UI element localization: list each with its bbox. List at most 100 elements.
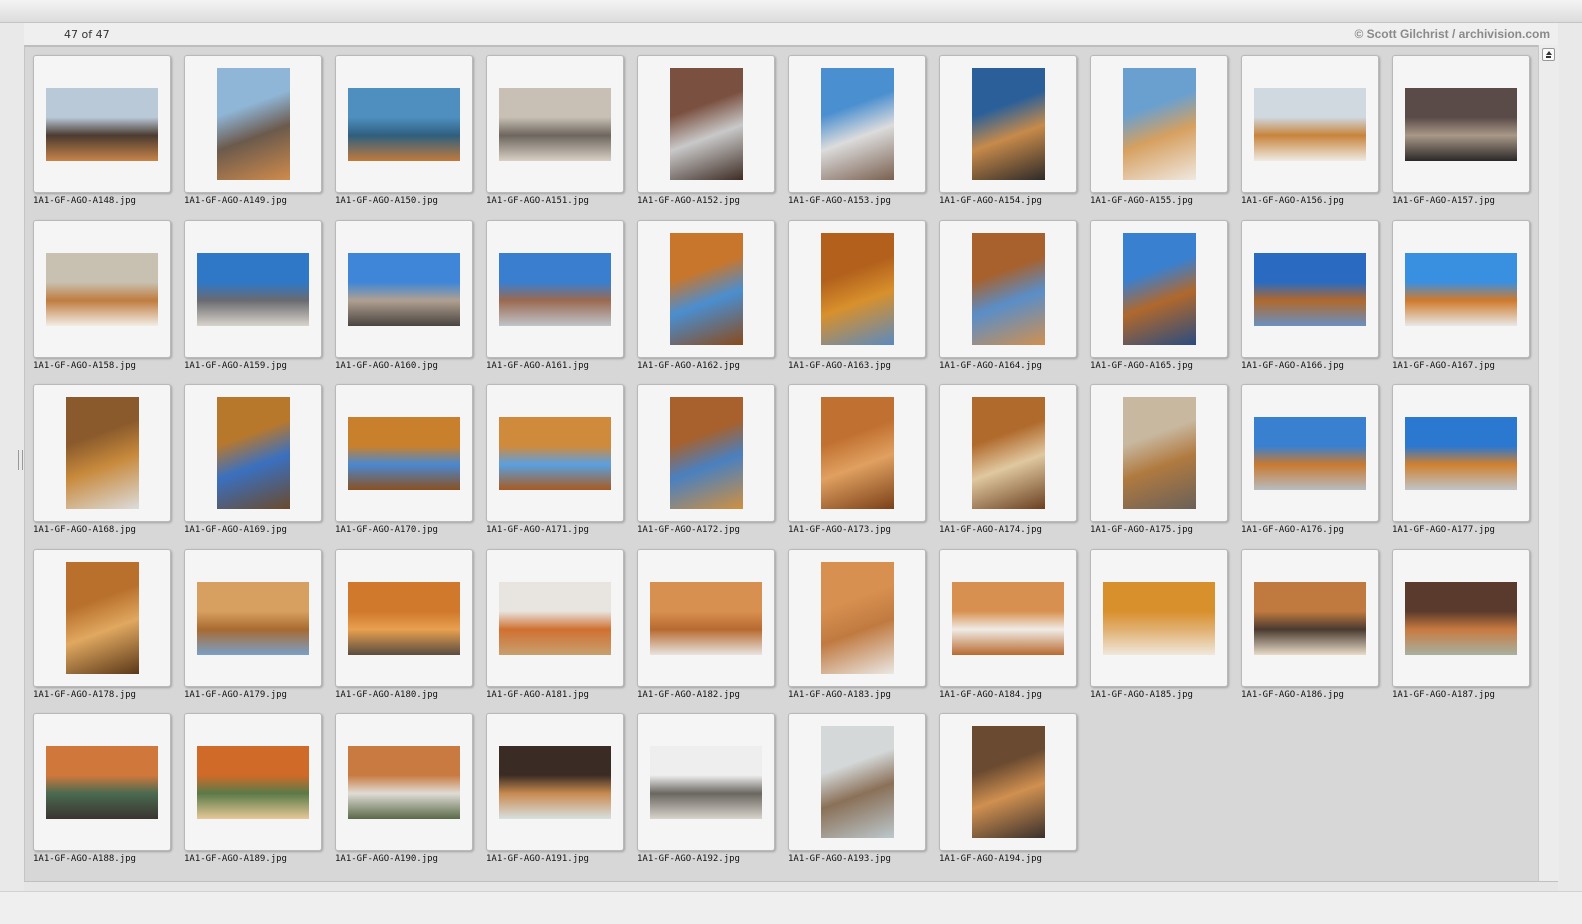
thumbnail-image[interactable] [972, 397, 1045, 509]
thumbnail-image[interactable] [499, 252, 611, 326]
thumbnail-filename[interactable]: 1A1-GF-AGO-A163.jpg [788, 361, 891, 371]
slide-mount[interactable] [1241, 384, 1379, 522]
thumbnail-image[interactable] [1405, 252, 1517, 326]
thumbnail-item[interactable]: 1A1-GF-AGO-A158.jpg [25, 212, 175, 376]
thumbnail-item[interactable]: 1A1-GF-AGO-A187.jpg [1384, 541, 1534, 705]
photo-credit[interactable]: © Scott Gilchrist / archivision.com [1354, 27, 1550, 41]
thumbnail-filename[interactable]: 1A1-GF-AGO-A190.jpg [335, 854, 438, 864]
thumbnail-filename[interactable]: 1A1-GF-AGO-A174.jpg [939, 525, 1042, 535]
slide-mount[interactable] [939, 384, 1077, 522]
thumbnail-item[interactable]: 1A1-GF-AGO-A171.jpg [478, 376, 628, 540]
slide-mount[interactable] [1090, 219, 1228, 358]
thumbnail-filename[interactable]: 1A1-GF-AGO-A167.jpg [1392, 361, 1495, 371]
thumbnail-image[interactable] [348, 88, 460, 161]
thumbnail-item[interactable]: 1A1-GF-AGO-A153.jpg [780, 47, 930, 211]
thumbnail-image[interactable] [1405, 581, 1517, 655]
thumbnail-filename[interactable]: 1A1-GF-AGO-A153.jpg [788, 196, 891, 206]
thumbnail-item[interactable]: 1A1-GF-AGO-A156.jpg [1233, 47, 1383, 211]
thumbnail-filename[interactable]: 1A1-GF-AGO-A194.jpg [939, 854, 1042, 864]
thumbnail-image[interactable] [1405, 88, 1517, 161]
slide-mount[interactable] [1392, 384, 1530, 522]
thumbnail-image[interactable] [348, 746, 460, 819]
slide-mount[interactable] [486, 219, 624, 358]
slide-mount[interactable] [184, 219, 322, 358]
thumbnail-filename[interactable]: 1A1-GF-AGO-A156.jpg [1241, 196, 1344, 206]
thumbnail-item[interactable]: 1A1-GF-AGO-A183.jpg [780, 541, 930, 705]
thumbnail-item[interactable]: 1A1-GF-AGO-A194.jpg [931, 705, 1081, 869]
slide-mount[interactable] [788, 219, 926, 358]
thumbnail-image[interactable] [650, 581, 762, 655]
thumbnail-item[interactable]: 1A1-GF-AGO-A155.jpg [1082, 47, 1232, 211]
thumbnail-filename[interactable]: 1A1-GF-AGO-A187.jpg [1392, 690, 1495, 700]
slide-mount[interactable] [33, 55, 171, 193]
resize-handle-icon[interactable] [18, 450, 23, 470]
thumbnail-image[interactable] [197, 581, 309, 655]
thumbnail-item[interactable]: 1A1-GF-AGO-A161.jpg [478, 212, 628, 376]
slide-mount[interactable] [637, 384, 775, 522]
slide-mount[interactable] [1392, 219, 1530, 358]
thumbnail-image[interactable] [1103, 581, 1215, 655]
thumbnail-filename[interactable]: 1A1-GF-AGO-A177.jpg [1392, 525, 1495, 535]
slide-mount[interactable] [486, 55, 624, 193]
thumbnail-filename[interactable]: 1A1-GF-AGO-A179.jpg [184, 690, 287, 700]
thumbnail-filename[interactable]: 1A1-GF-AGO-A193.jpg [788, 854, 891, 864]
thumbnail-item[interactable]: 1A1-GF-AGO-A192.jpg [629, 705, 779, 869]
thumbnail-image[interactable] [1254, 88, 1366, 161]
thumbnail-filename[interactable]: 1A1-GF-AGO-A155.jpg [1090, 196, 1193, 206]
thumbnail-item[interactable]: 1A1-GF-AGO-A176.jpg [1233, 376, 1383, 540]
slide-mount[interactable] [1090, 548, 1228, 687]
thumbnail-image[interactable] [66, 561, 139, 674]
thumbnail-image[interactable] [499, 746, 611, 819]
thumbnail-image[interactable] [1123, 232, 1196, 345]
scroll-to-top-icon[interactable] [1542, 48, 1555, 61]
slide-mount[interactable] [1392, 55, 1530, 193]
thumbnail-image[interactable] [821, 68, 894, 180]
thumbnail-filename[interactable]: 1A1-GF-AGO-A152.jpg [637, 196, 740, 206]
slide-mount[interactable] [335, 384, 473, 522]
thumbnail-filename[interactable]: 1A1-GF-AGO-A184.jpg [939, 690, 1042, 700]
thumbnail-image[interactable] [348, 581, 460, 655]
thumbnail-item[interactable]: 1A1-GF-AGO-A191.jpg [478, 705, 628, 869]
thumbnail-item[interactable]: 1A1-GF-AGO-A157.jpg [1384, 47, 1534, 211]
thumbnail-item[interactable]: 1A1-GF-AGO-A149.jpg [176, 47, 326, 211]
thumbnail-image[interactable] [821, 397, 894, 509]
thumbnail-filename[interactable]: 1A1-GF-AGO-A150.jpg [335, 196, 438, 206]
thumbnail-filename[interactable]: 1A1-GF-AGO-A149.jpg [184, 196, 287, 206]
thumbnail-image[interactable] [670, 232, 743, 345]
thumbnail-image[interactable] [46, 252, 158, 326]
thumbnail-filename[interactable]: 1A1-GF-AGO-A188.jpg [33, 854, 136, 864]
slide-mount[interactable] [788, 55, 926, 193]
slide-mount[interactable] [788, 548, 926, 687]
thumbnail-item[interactable]: 1A1-GF-AGO-A170.jpg [327, 376, 477, 540]
thumbnail-item[interactable]: 1A1-GF-AGO-A148.jpg [25, 47, 175, 211]
thumbnail-image[interactable] [1123, 397, 1196, 509]
slide-mount[interactable] [33, 548, 171, 687]
thumbnail-item[interactable]: 1A1-GF-AGO-A173.jpg [780, 376, 930, 540]
thumbnail-filename[interactable]: 1A1-GF-AGO-A162.jpg [637, 361, 740, 371]
thumbnail-image[interactable] [499, 417, 611, 490]
thumbnail-filename[interactable]: 1A1-GF-AGO-A180.jpg [335, 690, 438, 700]
slide-mount[interactable] [939, 548, 1077, 687]
thumbnail-item[interactable]: 1A1-GF-AGO-A190.jpg [327, 705, 477, 869]
thumbnail-item[interactable]: 1A1-GF-AGO-A165.jpg [1082, 212, 1232, 376]
thumbnail-image[interactable] [1254, 417, 1366, 490]
slide-mount[interactable] [33, 384, 171, 522]
slide-mount[interactable] [1392, 548, 1530, 687]
thumbnail-filename[interactable]: 1A1-GF-AGO-A178.jpg [33, 690, 136, 700]
slide-mount[interactable] [637, 219, 775, 358]
thumbnail-image[interactable] [46, 746, 158, 819]
slide-mount[interactable] [486, 548, 624, 687]
thumbnail-item[interactable]: 1A1-GF-AGO-A152.jpg [629, 47, 779, 211]
slide-mount[interactable] [939, 219, 1077, 358]
slide-mount[interactable] [184, 713, 322, 851]
thumbnail-filename[interactable]: 1A1-GF-AGO-A186.jpg [1241, 690, 1344, 700]
vertical-scrollbar[interactable] [1538, 45, 1559, 881]
thumbnail-item[interactable]: 1A1-GF-AGO-A172.jpg [629, 376, 779, 540]
slide-mount[interactable] [1241, 548, 1379, 687]
thumbnail-item[interactable]: 1A1-GF-AGO-A174.jpg [931, 376, 1081, 540]
thumbnail-filename[interactable]: 1A1-GF-AGO-A192.jpg [637, 854, 740, 864]
thumbnail-filename[interactable]: 1A1-GF-AGO-A164.jpg [939, 361, 1042, 371]
thumbnail-filename[interactable]: 1A1-GF-AGO-A159.jpg [184, 361, 287, 371]
thumbnail-item[interactable]: 1A1-GF-AGO-A178.jpg [25, 541, 175, 705]
thumbnail-filename[interactable]: 1A1-GF-AGO-A189.jpg [184, 854, 287, 864]
